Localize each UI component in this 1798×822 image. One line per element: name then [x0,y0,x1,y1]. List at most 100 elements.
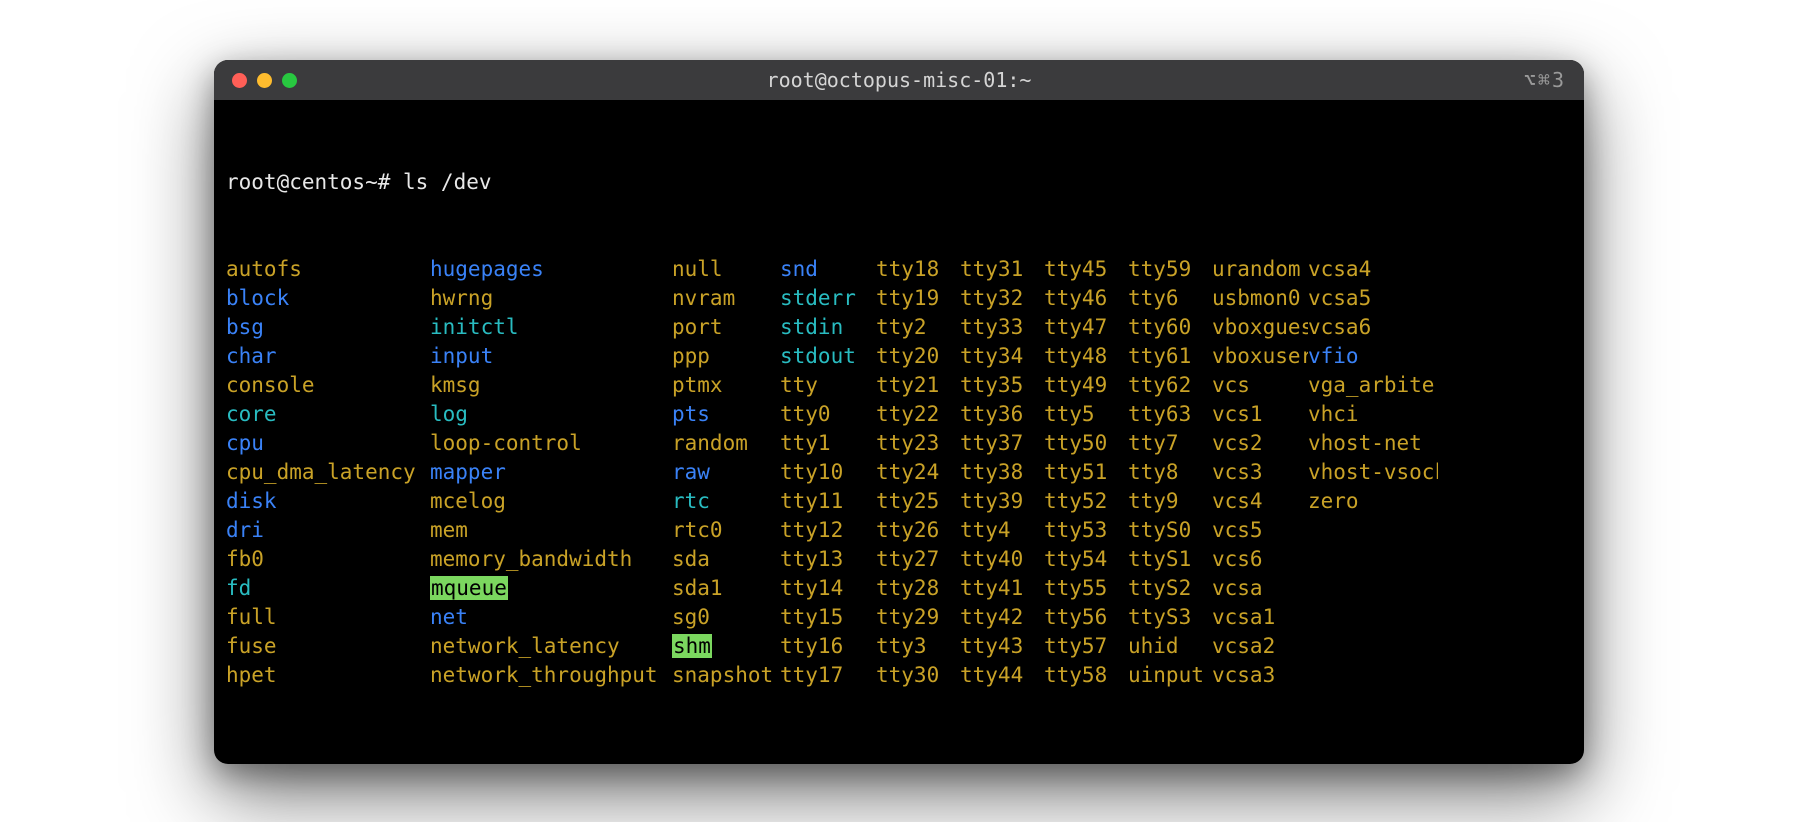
ls-entry: ttyS0 [1128,516,1212,545]
ls-entry: tty12 [780,516,876,545]
ls-entry [1308,545,1438,574]
ls-row: cpu_dma_latencymapperrawtty10tty24tty38t… [226,458,1572,487]
ls-entry: tty17 [780,661,876,690]
ls-entry: tty7 [1128,429,1212,458]
ls-entry: stdin [780,313,876,342]
ls-row: fb0memory_bandwidthsdatty13tty27tty40tty… [226,545,1572,574]
ls-entry: tty36 [960,400,1044,429]
ls-entry: char [226,342,430,371]
ls-entry: vcsa3 [1212,661,1308,690]
ls-entry: tty3 [876,632,960,661]
ls-entry: stdout [780,342,876,371]
ls-entry: net [430,603,672,632]
ls-entry: tty55 [1044,574,1128,603]
ls-entry: hugepages [430,255,672,284]
ls-entry: vcsa4 [1308,255,1438,284]
ls-entry: tty27 [876,545,960,574]
ls-entry: tty8 [1128,458,1212,487]
ls-entry: shm [672,632,780,661]
ls-entry: vcs6 [1212,545,1308,574]
ls-entry: tty24 [876,458,960,487]
minimize-icon[interactable] [257,73,272,88]
ls-entry: usbmon0 [1212,284,1308,313]
ls-row: fusenetwork_latencyshmtty16tty3tty43tty5… [226,632,1572,661]
ls-entry: ttyS1 [1128,545,1212,574]
ls-entry: tty43 [960,632,1044,661]
ls-entry [1308,516,1438,545]
ls-entry: tty14 [780,574,876,603]
ls-entry: tty21 [876,371,960,400]
ls-entry: mqueue [430,574,672,603]
ls-entry: tty62 [1128,371,1212,400]
ls-entry: port [672,313,780,342]
ls-entry [1308,632,1438,661]
ls-entry: mcelog [430,487,672,516]
ls-entry: hwrng [430,284,672,313]
ls-entry: tty15 [780,603,876,632]
ls-entry: tty18 [876,255,960,284]
ls-entry: initctl [430,313,672,342]
ls-entry: kmsg [430,371,672,400]
ls-entry: tty2 [876,313,960,342]
ls-entry: tty40 [960,545,1044,574]
ls-entry: uinput [1128,661,1212,690]
ls-entry: rtc0 [672,516,780,545]
ls-output: autofshugepagesnullsndtty18tty31tty45tty… [226,255,1572,690]
ls-entry: tty22 [876,400,960,429]
ls-entry: vga_arbiter [1308,371,1438,400]
ls-row: fdmqueuesda1tty14tty28tty41tty55ttyS2vcs… [226,574,1572,603]
ls-entry: null [672,255,780,284]
ls-entry: input [430,342,672,371]
ls-entry: tty0 [780,400,876,429]
ls-row: hpetnetwork_throughputsnapshottty17tty30… [226,661,1572,690]
ls-entry: tty38 [960,458,1044,487]
ls-entry: nvram [672,284,780,313]
prompt-line: root@centos~# ls /dev [226,168,1572,197]
ls-entry: tty29 [876,603,960,632]
zoom-icon[interactable] [282,73,297,88]
window-titlebar[interactable]: root@octopus-misc-01:~ ⌥⌘3 [214,60,1584,100]
terminal-body[interactable]: root@centos~# ls /dev autofshugepagesnul… [214,100,1584,764]
ls-entry: tty11 [780,487,876,516]
ls-entry: sg0 [672,603,780,632]
ls-entry: tty52 [1044,487,1128,516]
ls-entry: tty28 [876,574,960,603]
ls-entry [1308,661,1438,690]
ls-entry: ttyS2 [1128,574,1212,603]
ls-entry [1308,603,1438,632]
ls-entry: tty56 [1044,603,1128,632]
ls-entry: tty49 [1044,371,1128,400]
ls-entry: vhci [1308,400,1438,429]
ls-entry: vhost-net [1308,429,1438,458]
ls-entry: tty44 [960,661,1044,690]
ls-entry: vboxguest [1212,313,1308,342]
ls-entry: vcs4 [1212,487,1308,516]
ls-row: cpuloop-controlrandomtty1tty23tty37tty50… [226,429,1572,458]
ls-entry: tty41 [960,574,1044,603]
ls-entry: tty47 [1044,313,1128,342]
ls-entry: tty10 [780,458,876,487]
ls-entry: tty61 [1128,342,1212,371]
ls-entry: tty33 [960,313,1044,342]
ls-entry: tty34 [960,342,1044,371]
ls-entry: vcs5 [1212,516,1308,545]
ls-entry: bsg [226,313,430,342]
ls-entry: tty50 [1044,429,1128,458]
ls-entry: tty58 [1044,661,1128,690]
ls-entry: random [672,429,780,458]
ls-entry: memory_bandwidth [430,545,672,574]
ls-entry: tty26 [876,516,960,545]
ls-entry: mapper [430,458,672,487]
ls-entry: tty35 [960,371,1044,400]
ls-entry: sda1 [672,574,780,603]
ls-row: consolekmsgptmxttytty21tty35tty49tty62vc… [226,371,1572,400]
ls-entry: tty6 [1128,284,1212,313]
ls-entry: vfio [1308,342,1438,371]
ls-entry: fuse [226,632,430,661]
ls-row: drimemrtc0tty12tty26tty4tty53ttyS0vcs5 [226,516,1572,545]
ls-entry: cpu [226,429,430,458]
ls-entry: tty60 [1128,313,1212,342]
ls-entry: tty39 [960,487,1044,516]
ls-entry: core [226,400,430,429]
close-icon[interactable] [232,73,247,88]
